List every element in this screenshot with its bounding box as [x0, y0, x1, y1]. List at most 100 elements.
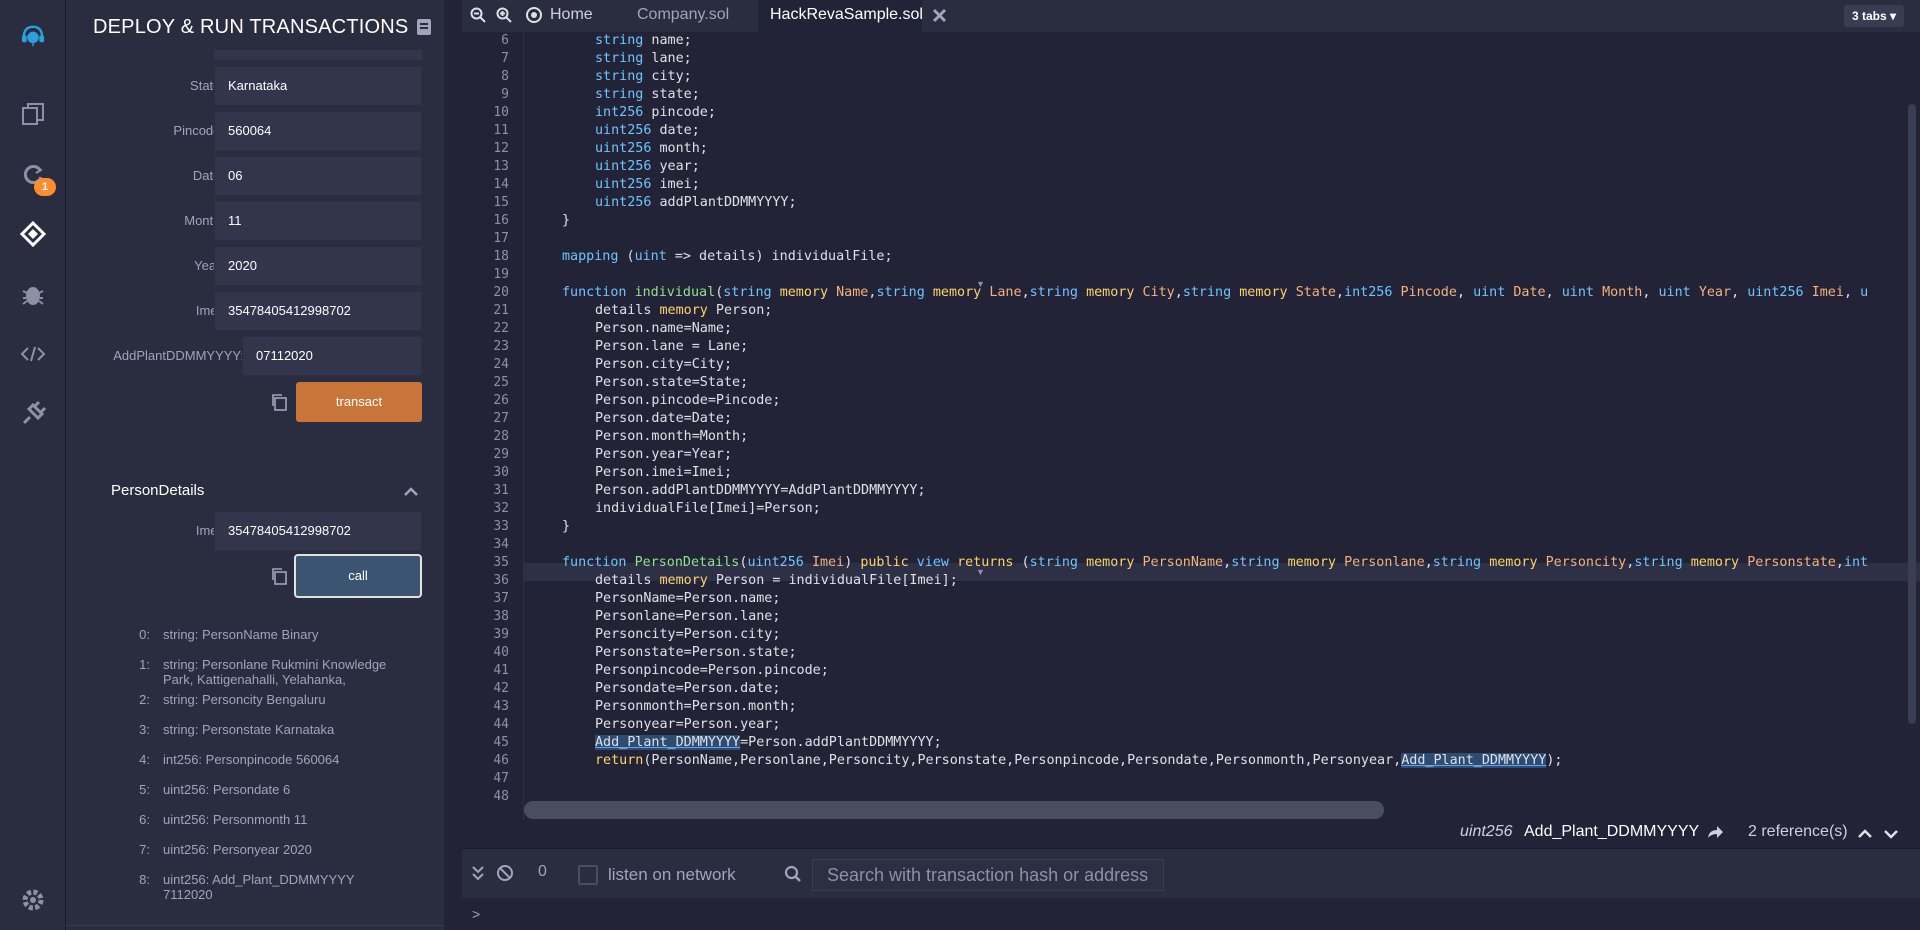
reference-bar: uint256 Add_Plant_DDMMYYYY 2 reference(s… — [462, 820, 1920, 848]
code-line-29: Person.year=Year; — [595, 447, 733, 462]
debugger-icon[interactable] — [17, 278, 49, 310]
imei-input[interactable]: 35478405412998702 — [214, 291, 422, 331]
tab-home[interactable]: Home — [550, 0, 593, 32]
code-line-15: uint256 addPlantDDMMYYYY; — [595, 195, 797, 210]
line-number: 27 — [493, 411, 509, 426]
month-input[interactable]: 11 — [214, 201, 422, 241]
horizontal-scrollbar[interactable] — [524, 801, 1384, 819]
code-line-26: Person.pincode=Pincode; — [595, 393, 781, 408]
date-input[interactable]: 06 — [214, 156, 422, 196]
zoom-in-icon[interactable] — [496, 7, 512, 28]
line-number: 9 — [501, 87, 509, 102]
code-line-32: individualFile[Imei]=Person; — [595, 501, 821, 516]
line-number: 18 — [493, 249, 509, 264]
copy-icon[interactable] — [270, 393, 288, 411]
field-state: State: Karnataka — [66, 66, 444, 106]
output-index: 3: — [139, 722, 150, 737]
code-line-46: return(PersonName,Personlane,Personcity,… — [595, 753, 1563, 768]
pending-count: 0 — [538, 863, 547, 880]
field-date: Date: 06 — [66, 156, 444, 196]
line-number: 20 — [493, 285, 509, 300]
line-number: 43 — [493, 699, 509, 714]
line-number: 46 — [493, 753, 509, 768]
code-line-37: PersonName=Person.name; — [595, 591, 781, 606]
line-number: 39 — [493, 627, 509, 642]
line-number: 23 — [493, 339, 509, 354]
code-line-8: string city; — [595, 69, 692, 84]
listen-label: listen on network — [608, 865, 736, 884]
line-number: 11 — [493, 123, 509, 138]
line-number: 7 — [501, 51, 509, 66]
code-line-24: Person.city=City; — [595, 357, 733, 372]
tabs-count-dropdown[interactable]: 3 tabs ▾ — [1843, 5, 1904, 27]
plugin-badge: 1 — [34, 178, 56, 196]
year-input[interactable]: 2020 — [214, 246, 422, 286]
line-number: 21 — [493, 303, 509, 318]
code-line-12: uint256 month; — [595, 141, 708, 156]
chevron-down-icon[interactable] — [1884, 826, 1898, 844]
code-line-31: Person.addPlantDDMMYYYY=AddPlantDDMMYYYY… — [595, 483, 926, 498]
clear-icon[interactable] — [496, 864, 514, 887]
listen-checkbox[interactable] — [578, 865, 598, 885]
code-line-39: Personcity=Person.city; — [595, 627, 781, 642]
remix-logo-icon[interactable] — [6, 10, 60, 60]
output-value: string: Personlane Rukmini Knowledge Par… — [163, 657, 387, 687]
copy-icon[interactable] — [270, 567, 288, 585]
pincode-input[interactable]: 560064 — [214, 111, 422, 151]
code-area[interactable]: 6 7 8 9 10 11 12 13 14 15 16 17 18 19 20 21 22 23 24 25 26 27… — [462, 32, 1920, 820]
deploy-run-panel: DEPLOY & RUN TRANSACTIONS State: Karnata… — [66, 0, 444, 930]
line-number: 40 — [493, 645, 509, 660]
code-line-16: } — [562, 213, 571, 228]
share-icon[interactable] — [1706, 824, 1724, 845]
code-line-44: Personyear=Person.year; — [595, 717, 781, 732]
line-number: 24 — [493, 357, 509, 372]
line-number: 42 — [493, 681, 509, 696]
transact-button[interactable]: transact — [296, 382, 422, 422]
code-line-38: Personlane=Person.lane; — [595, 609, 781, 624]
chevron-up-icon[interactable] — [1858, 826, 1872, 844]
prompt-symbol: > — [472, 906, 481, 922]
tab-company-sol[interactable]: Company.sol — [637, 0, 729, 32]
divider — [66, 925, 444, 926]
chevron-up-icon[interactable] — [404, 484, 418, 502]
zoom-out-icon[interactable] — [470, 7, 486, 28]
output-index: 4: — [139, 752, 150, 767]
addplant-input[interactable]: 07112020 — [242, 336, 422, 376]
line-number: 38 — [493, 609, 509, 624]
state-input[interactable]: Karnataka — [214, 66, 422, 106]
code-line-33: } — [562, 519, 571, 534]
code-line-13: uint256 year; — [595, 159, 700, 174]
call-button[interactable]: call — [294, 554, 422, 598]
file-explorer-icon[interactable] — [17, 98, 49, 130]
editor: Home Company.sol HackRevaSample.sol 3 ta… — [462, 0, 1920, 930]
code-line-7: string lane; — [595, 51, 692, 66]
search-icon — [784, 865, 802, 888]
settings-icon[interactable] — [17, 884, 49, 916]
line-number: 32 — [493, 501, 509, 516]
line-number: 16 — [493, 213, 509, 228]
code-line-9: string state; — [595, 87, 700, 102]
chevron-double-down-icon[interactable] — [472, 865, 484, 886]
line-number: 28 — [493, 429, 509, 444]
line-number: 44 — [493, 717, 509, 732]
transaction-search-input[interactable]: Search with transaction hash or address — [812, 859, 1164, 891]
code-line-41: Personpincode=Person.pincode; — [595, 663, 829, 678]
vertical-scrollbar[interactable] — [1908, 104, 1916, 724]
code-line-11: uint256 date; — [595, 123, 700, 138]
code-line-28: Person.month=Month; — [595, 429, 749, 444]
output-index: 6: — [139, 812, 150, 827]
close-icon[interactable] — [932, 8, 947, 28]
output-index: 1: — [139, 657, 150, 672]
plugin-manager-icon[interactable] — [17, 398, 49, 430]
code-line-21: details memory Person; — [595, 303, 773, 318]
deploy-icon[interactable] — [17, 218, 49, 250]
output-value: string: PersonName Binary — [163, 627, 319, 642]
remixd-icon[interactable] — [17, 338, 49, 370]
terminal-prompt[interactable]: > — [462, 898, 1920, 930]
line-number: 12 — [493, 141, 509, 156]
code-line-6: string name; — [595, 33, 692, 48]
docs-icon[interactable] — [416, 18, 432, 41]
home-icon[interactable] — [524, 6, 544, 29]
tab-hackrevasample-sol[interactable]: HackRevaSample.sol — [758, 0, 923, 32]
call-imei-input[interactable]: 35478405412998702 — [214, 511, 422, 551]
